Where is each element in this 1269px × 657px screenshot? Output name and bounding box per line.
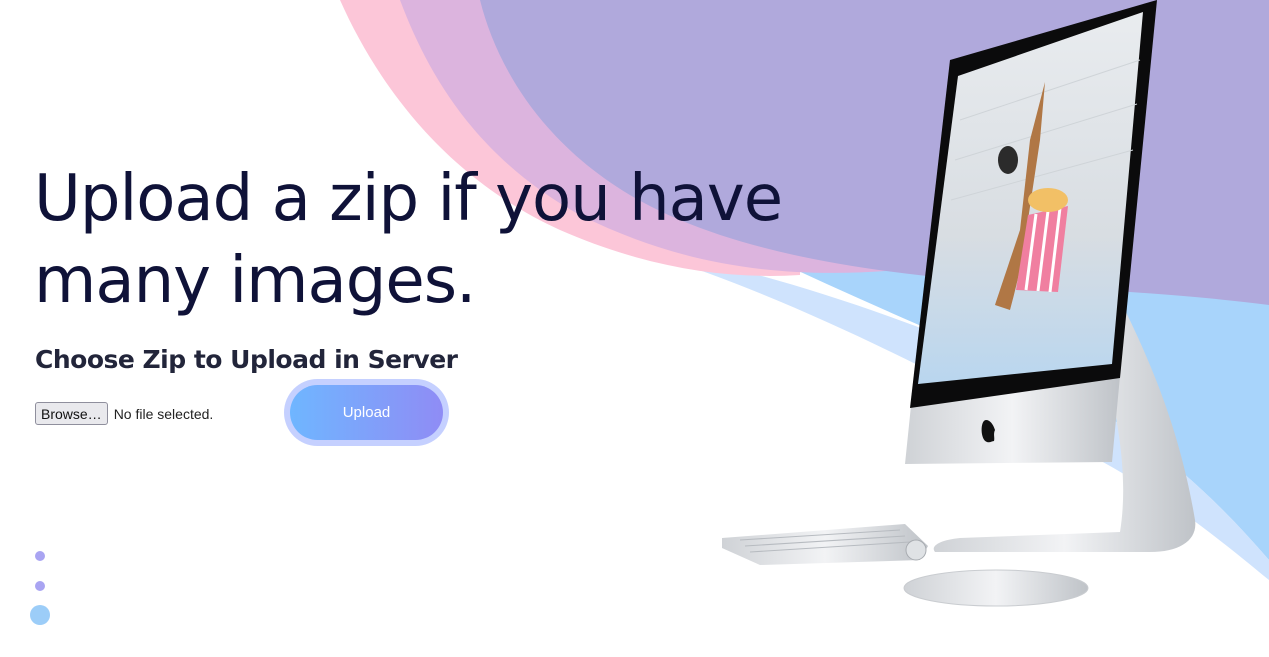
- file-status: No file selected.: [113, 405, 214, 422]
- pagination-dot-active-icon[interactable]: [30, 605, 50, 625]
- screen-cookie: [998, 146, 1018, 174]
- page-title: Upload a zip if you have many images.: [34, 162, 783, 318]
- upload-button[interactable]: Upload: [290, 385, 443, 440]
- browse-button[interactable]: Browse…: [35, 402, 108, 425]
- upload-page: Upload a zip if you have many images. Ch…: [0, 0, 1269, 657]
- pagination-dot-icon[interactable]: [35, 581, 45, 591]
- upload-subtitle: Choose Zip to Upload in Server: [35, 345, 458, 374]
- file-input: Browse… No file selected.: [35, 402, 213, 425]
- keyboard-roll: [905, 539, 927, 561]
- pagination-dot-icon[interactable]: [35, 551, 45, 561]
- screen-popcorn: [1028, 188, 1068, 212]
- mouse: [903, 569, 1089, 607]
- imac-illustration: [722, 0, 1196, 607]
- upload-button-halo: Upload: [284, 379, 449, 446]
